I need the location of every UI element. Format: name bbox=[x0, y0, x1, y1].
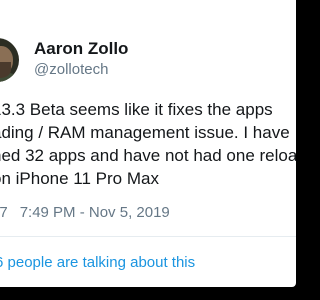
tweet-meta: 77 7:49 PM - Nov 5, 2019 bbox=[0, 204, 170, 221]
tweet-line: on iPhone 11 Pro Max bbox=[0, 169, 159, 188]
tweet-card: Aaron Zollo @zollotech 13.3 Beta seems l… bbox=[0, 0, 296, 287]
like-count[interactable]: 77 bbox=[0, 204, 8, 221]
tweet-text: 13.3 Beta seems like it fixes the apps a… bbox=[0, 98, 296, 190]
talking-link[interactable]: 6 people are talking about this bbox=[0, 254, 195, 271]
divider bbox=[0, 236, 296, 237]
tweet-line: 13.3 Beta seems like it fixes the apps bbox=[0, 100, 273, 119]
author-handle[interactable]: @zollotech bbox=[34, 61, 108, 78]
background-bottom bbox=[0, 287, 300, 300]
avatar[interactable] bbox=[0, 38, 19, 82]
tweet-line: ned 32 apps and have not had one reloa bbox=[0, 146, 296, 165]
author-name[interactable]: Aaron Zollo bbox=[34, 39, 128, 59]
timestamp[interactable]: 7:49 PM - Nov 5, 2019 bbox=[20, 204, 170, 221]
tweet-line: ading / RAM management issue. I have bbox=[0, 123, 290, 142]
